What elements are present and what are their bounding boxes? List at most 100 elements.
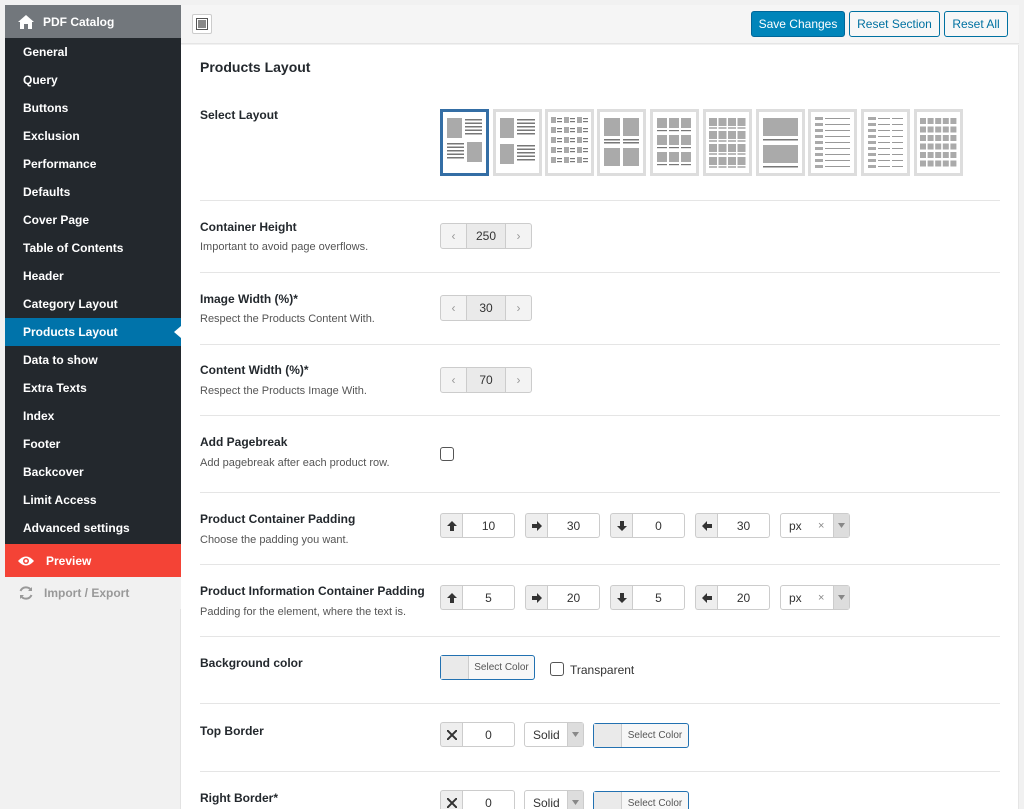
layout-option-6[interactable] <box>703 109 752 176</box>
image-width-label: Image Width (%)* <box>200 292 298 306</box>
right-border-style-value: Solid <box>533 795 560 809</box>
chevron-left-icon[interactable]: ‹ <box>441 224 466 248</box>
sidebar-item-footer[interactable]: Footer <box>5 430 181 458</box>
padding-left-group: 30 <box>695 513 770 538</box>
arrow-up-icon <box>440 585 462 610</box>
top-border-label: Top Border <box>200 724 264 738</box>
clear-icon[interactable]: × <box>818 592 824 604</box>
import-export-label: Import / Export <box>44 586 130 600</box>
dropdown-arrow-icon[interactable] <box>833 514 849 537</box>
padding-bottom-group: 5 <box>610 585 685 610</box>
divider <box>200 771 1000 772</box>
dropdown-arrow-icon[interactable] <box>567 791 583 809</box>
pagebreak-checkbox[interactable] <box>440 447 454 461</box>
padding-top-group: 10 <box>440 513 515 538</box>
sidebar-item-header[interactable]: Header <box>5 262 181 290</box>
padding-unit-select[interactable]: px × <box>780 585 850 610</box>
sidebar-item-table-of-contents[interactable]: Table of Contents <box>5 234 181 262</box>
layout-option-7[interactable] <box>756 109 805 176</box>
divider <box>200 272 1000 273</box>
transparent-checkbox[interactable] <box>550 662 564 676</box>
padding-right-input[interactable]: 30 <box>547 513 600 538</box>
sidebar-item-defaults[interactable]: Defaults <box>5 178 181 206</box>
padding-bottom-input[interactable]: 0 <box>632 513 685 538</box>
top-border-color-picker[interactable]: Select Color <box>593 723 689 748</box>
container-height-value[interactable]: 250 <box>466 224 506 248</box>
right-border-width-input[interactable]: 0 <box>462 790 515 809</box>
layout-option-9[interactable] <box>861 109 910 176</box>
arrow-left-icon <box>695 585 717 610</box>
container-height-label: Container Height <box>200 220 297 234</box>
right-border-style-select[interactable]: Solid <box>524 790 584 809</box>
layout-option-10[interactable] <box>914 109 963 176</box>
background-color-label: Background color <box>200 656 303 670</box>
sidebar-item-query[interactable]: Query <box>5 66 181 94</box>
padding-left-input[interactable]: 30 <box>717 513 770 538</box>
sidebar-item-backcover[interactable]: Backcover <box>5 458 181 486</box>
sidebar-item-extra-texts[interactable]: Extra Texts <box>5 374 181 402</box>
save-changes-button[interactable]: Save Changes <box>751 11 845 37</box>
layout-option-2[interactable] <box>493 109 542 176</box>
select-layout-label: Select Layout <box>200 108 279 122</box>
top-border-style-select[interactable]: Solid <box>524 722 584 747</box>
expand-layout-icon[interactable] <box>192 14 212 34</box>
sidebar-item-exclusion[interactable]: Exclusion <box>5 122 181 150</box>
preview-button[interactable]: Preview <box>5 544 181 577</box>
layout-thumbnail-icon <box>763 118 798 168</box>
padding-bottom-input[interactable]: 5 <box>632 585 685 610</box>
dropdown-arrow-icon[interactable] <box>567 723 583 746</box>
layout-thumbnail-icon <box>551 117 588 163</box>
chevron-left-icon[interactable]: ‹ <box>441 296 466 320</box>
sidebar-item-advanced-settings[interactable]: Advanced settings <box>5 514 181 542</box>
color-swatch <box>594 792 622 809</box>
sidebar-item-products-layout[interactable]: Products Layout <box>5 318 181 346</box>
padding-top-input[interactable]: 10 <box>462 513 515 538</box>
import-export-button[interactable]: Import / Export <box>5 577 181 610</box>
layout-option-5[interactable] <box>650 109 699 176</box>
chevron-right-icon[interactable]: › <box>506 368 531 392</box>
layout-option-4[interactable] <box>597 109 646 176</box>
layout-thumbnail-icon <box>920 118 957 167</box>
reset-section-button[interactable]: Reset Section <box>849 11 940 37</box>
clear-icon[interactable]: × <box>818 520 824 532</box>
sidebar-item-limit-access[interactable]: Limit Access <box>5 486 181 514</box>
chevron-right-icon[interactable]: › <box>506 224 531 248</box>
sidebar-item-general[interactable]: General <box>5 38 181 66</box>
content-width-value[interactable]: 70 <box>466 368 506 392</box>
sidebar-item-data-to-show[interactable]: Data to show <box>5 346 181 374</box>
sidebar-item-category-layout[interactable]: Category Layout <box>5 290 181 318</box>
padding-top-input[interactable]: 5 <box>462 585 515 610</box>
sidebar-header[interactable]: PDF Catalog <box>5 5 181 38</box>
layout-thumbnail-icon <box>657 118 691 166</box>
layout-option-8[interactable] <box>808 109 857 176</box>
sidebar-item-performance[interactable]: Performance <box>5 150 181 178</box>
container-padding-desc: Choose the padding you want. <box>200 534 349 546</box>
padding-unit-select[interactable]: px × <box>780 513 850 538</box>
padding-top-group: 5 <box>440 585 515 610</box>
sidebar-item-buttons[interactable]: Buttons <box>5 94 181 122</box>
chevron-right-icon[interactable]: › <box>506 296 531 320</box>
reset-all-button[interactable]: Reset All <box>944 11 1008 37</box>
image-width-value[interactable]: 30 <box>466 296 506 320</box>
container-height-desc: Important to avoid page overflows. <box>200 241 369 253</box>
top-border-style-value: Solid <box>533 727 560 742</box>
sidebar-item-cover-page[interactable]: Cover Page <box>5 206 181 234</box>
dropdown-arrow-icon[interactable] <box>833 586 849 609</box>
divider <box>200 703 1000 704</box>
padding-right-input[interactable]: 20 <box>547 585 600 610</box>
layout-option-1[interactable] <box>440 109 489 176</box>
background-color-picker[interactable]: Select Color <box>440 655 535 680</box>
padding-left-input[interactable]: 20 <box>717 585 770 610</box>
sidebar-nav: General Query Buttons Exclusion Performance D… <box>5 38 181 542</box>
color-swatch <box>594 724 622 747</box>
layout-toggle-icon <box>196 18 208 30</box>
padding-unit-value: px <box>789 518 802 533</box>
chevron-left-icon[interactable]: ‹ <box>441 368 466 392</box>
sidebar-filler <box>5 609 181 809</box>
layout-option-3[interactable] <box>545 109 594 176</box>
right-border-color-picker[interactable]: Select Color <box>593 791 689 809</box>
sidebar-item-index[interactable]: Index <box>5 402 181 430</box>
refresh-icon <box>19 586 33 600</box>
home-icon <box>18 14 34 29</box>
top-border-width-input[interactable]: 0 <box>462 722 515 747</box>
